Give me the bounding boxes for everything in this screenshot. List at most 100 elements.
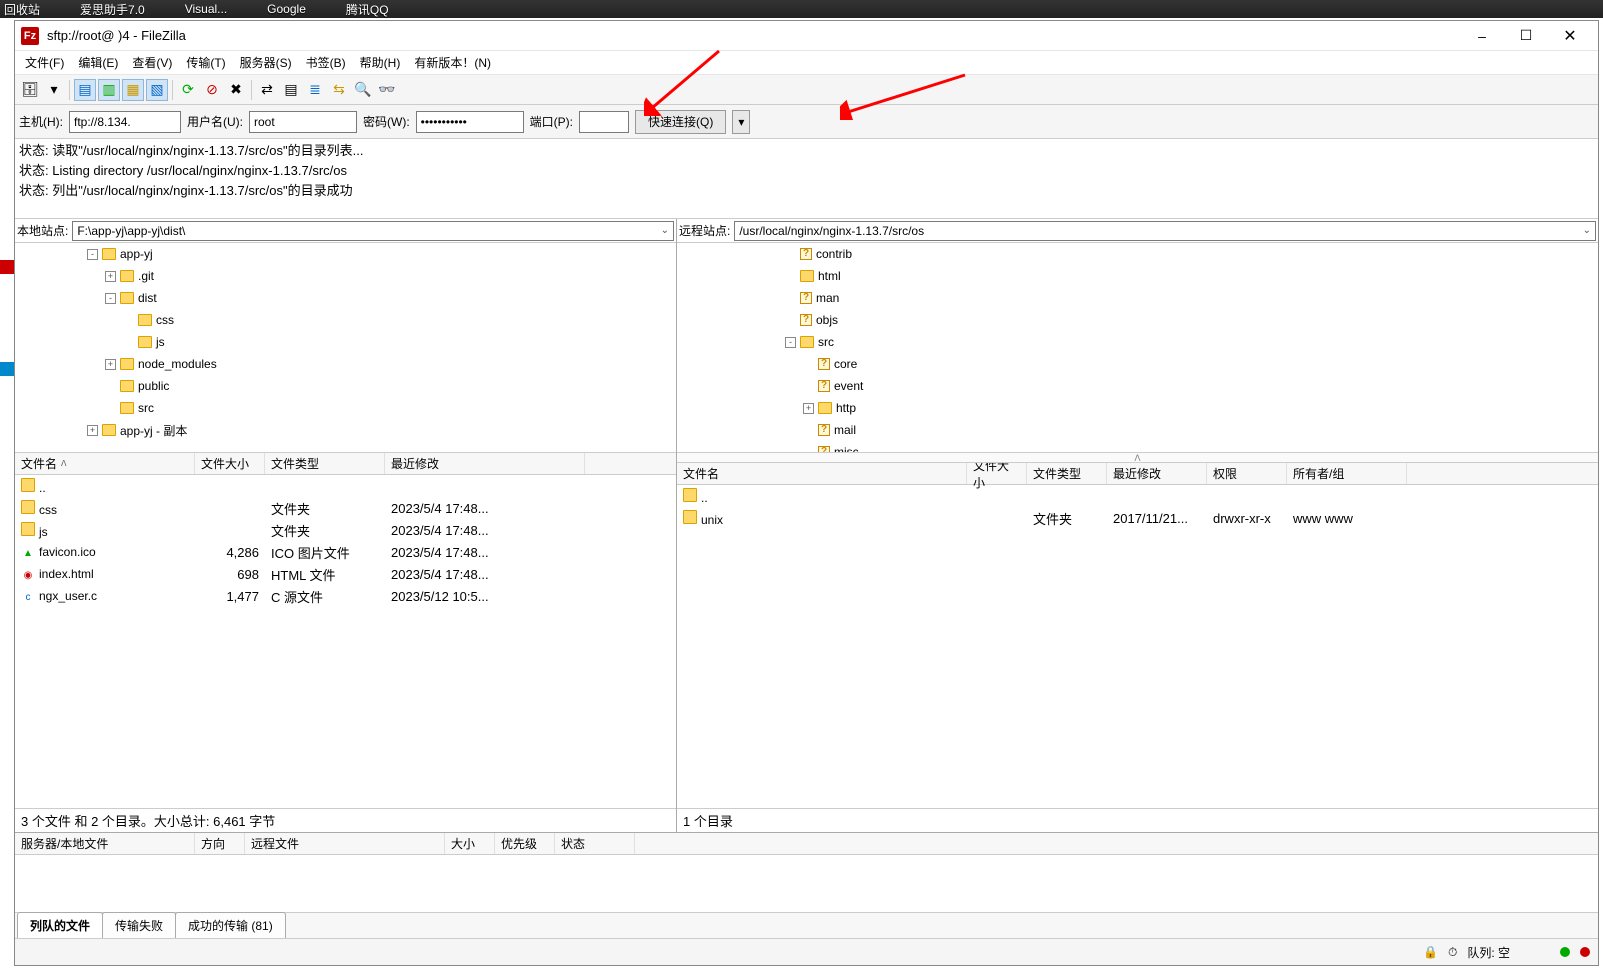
tree-node[interactable]: src [15,397,676,419]
port-input[interactable] [579,111,629,133]
search-icon[interactable]: 🔍 [352,79,374,101]
list-item[interactable]: cngx_user.c1,477C 源文件2023/5/12 10:5... [15,585,676,607]
toggle-local-tree-icon[interactable]: ▥ [98,79,120,101]
list-item[interactable]: .. [677,485,1598,507]
chevron-down-icon[interactable]: ▾ [43,79,65,101]
menu-bookmarks[interactable]: 书签(B) [300,52,352,73]
menu-server[interactable]: 服务器(S) [234,52,298,73]
column-header[interactable]: 所有者/组 [1287,463,1407,484]
local-path-combo[interactable]: F:\app-yj\app-yj\dist\ ⌄ [72,221,674,241]
list-item[interactable]: .. [15,475,676,497]
column-header[interactable]: 文件类型 [265,453,385,474]
tree-node[interactable]: +node_modules [15,353,676,375]
local-list-body[interactable]: ..css文件夹2023/5/4 17:48...js文件夹2023/5/4 1… [15,475,676,808]
sync-browse-icon[interactable]: ⇆ [328,79,350,101]
expand-icon[interactable]: - [105,293,116,304]
tree-node[interactable]: ?contrib [677,243,1598,265]
quickconnect-dropdown[interactable]: ▾ [732,110,750,134]
tree-node[interactable]: public [15,375,676,397]
column-header[interactable]: 文件大小 [195,453,265,474]
sitemanager-icon[interactable]: 🗄 [19,79,41,101]
tree-node[interactable]: html [677,265,1598,287]
menu-help[interactable]: 帮助(H) [354,52,407,73]
status-log[interactable]: 状态: 读取"/usr/local/nginx/nginx-1.13.7/src… [15,139,1598,219]
tree-node[interactable]: -dist [15,287,676,309]
sort-indicator[interactable]: ᐱ [677,453,1598,463]
expand-icon[interactable]: + [105,271,116,282]
minimize-button[interactable]: – [1460,22,1504,50]
list-item[interactable]: ◉index.html698HTML 文件2023/5/4 17:48... [15,563,676,585]
tree-node[interactable]: +http [677,397,1598,419]
toggle-message-log-icon[interactable]: ▤ [74,79,96,101]
queue-column-header[interactable]: 方向 [195,833,245,854]
compare-icon[interactable]: ≣ [304,79,326,101]
taskbar-item[interactable]: 回收站 [4,1,40,18]
column-header[interactable]: 文件大小 [967,463,1027,484]
queue-column-header[interactable]: 优先级 [495,833,555,854]
user-input[interactable] [249,111,357,133]
queue-column-header[interactable]: 远程文件 [245,833,445,854]
maximize-button[interactable]: ☐ [1504,22,1548,50]
menu-view[interactable]: 查看(V) [126,52,178,73]
expand-icon[interactable]: - [785,337,796,348]
tree-node[interactable]: +app-yj - 副本 [15,419,676,441]
disconnect-icon[interactable]: ✖ [225,79,247,101]
queue-column-header[interactable]: 状态 [555,833,635,854]
menu-edit[interactable]: 编辑(E) [72,52,124,73]
stop-icon[interactable]: ⊘ [201,79,223,101]
queue-column-header[interactable]: 服务器/本地文件 [15,833,195,854]
list-item[interactable]: unix文件夹2017/11/21...drwxr-xr-xwww www [677,507,1598,529]
queue-tab[interactable]: 列队的文件 [17,912,103,938]
tree-node[interactable]: ?mail [677,419,1598,441]
menu-update[interactable]: 有新版本！(N) [408,52,497,73]
remote-path-combo[interactable]: /usr/local/nginx/nginx-1.13.7/src/os ⌄ [734,221,1596,241]
tree-node[interactable]: -src [677,331,1598,353]
column-header[interactable]: 文件名 [677,463,967,484]
quickconnect-button[interactable]: 快速连接(Q) [635,110,726,134]
pass-input[interactable] [416,111,524,133]
list-cell: 1,477 [195,589,265,604]
taskbar-item[interactable]: 腾讯QQ [346,1,389,18]
column-header[interactable]: 文件类型 [1027,463,1107,484]
column-header[interactable]: 文件名ᐱ [15,453,195,474]
list-item[interactable]: css文件夹2023/5/4 17:48... [15,497,676,519]
remote-tree[interactable]: ?contribhtml?man?objs-src?core?event+htt… [677,243,1598,453]
tree-node[interactable]: -app-yj [15,243,676,265]
expand-icon[interactable]: + [105,359,116,370]
list-item[interactable]: js文件夹2023/5/4 17:48... [15,519,676,541]
tree-node[interactable]: ?objs [677,309,1598,331]
taskbar-item[interactable]: Visual... [185,2,227,16]
tree-node[interactable]: +.git [15,265,676,287]
list-item[interactable]: ▲favicon.ico4,286ICO 图片文件2023/5/4 17:48.… [15,541,676,563]
tree-node[interactable]: js [15,331,676,353]
taskbar-item[interactable]: Google [267,2,306,16]
filter-icon[interactable]: ▤ [280,79,302,101]
host-input[interactable] [69,111,181,133]
tree-node[interactable]: ?event [677,375,1598,397]
expand-icon[interactable]: + [87,425,98,436]
tree-node[interactable]: ?core [677,353,1598,375]
queue-tab[interactable]: 传输失败 [102,912,176,938]
queue-column-header[interactable]: 大小 [445,833,495,854]
remote-list-body[interactable]: ..unix文件夹2017/11/21...drwxr-xr-xwww www [677,485,1598,808]
toggle-queue-icon[interactable]: ▧ [146,79,168,101]
reconnect-icon[interactable]: ⇄ [256,79,278,101]
tree-node[interactable]: ?man [677,287,1598,309]
column-header[interactable]: 最近修改 [385,453,585,474]
tree-node[interactable]: ?misc [677,441,1598,453]
local-list-header: 文件名ᐱ文件大小文件类型最近修改 [15,453,676,475]
expand-icon[interactable]: - [87,249,98,260]
column-header[interactable]: 权限 [1207,463,1287,484]
expand-icon[interactable]: + [803,403,814,414]
close-button[interactable]: ✕ [1548,22,1592,50]
refresh-icon[interactable]: ⟳ [177,79,199,101]
toggle-remote-tree-icon[interactable]: ▦ [122,79,144,101]
binoculars-icon[interactable]: 👓 [376,79,398,101]
taskbar-item[interactable]: 爱思助手7.0 [80,1,145,18]
local-tree[interactable]: -app-yj+.git-distcssjs+node_modulespubli… [15,243,676,453]
tree-node[interactable]: css [15,309,676,331]
column-header[interactable]: 最近修改 [1107,463,1207,484]
menu-transfer[interactable]: 传输(T) [180,52,231,73]
menu-file[interactable]: 文件(F) [19,52,70,73]
queue-tab[interactable]: 成功的传输 (81) [175,912,286,938]
